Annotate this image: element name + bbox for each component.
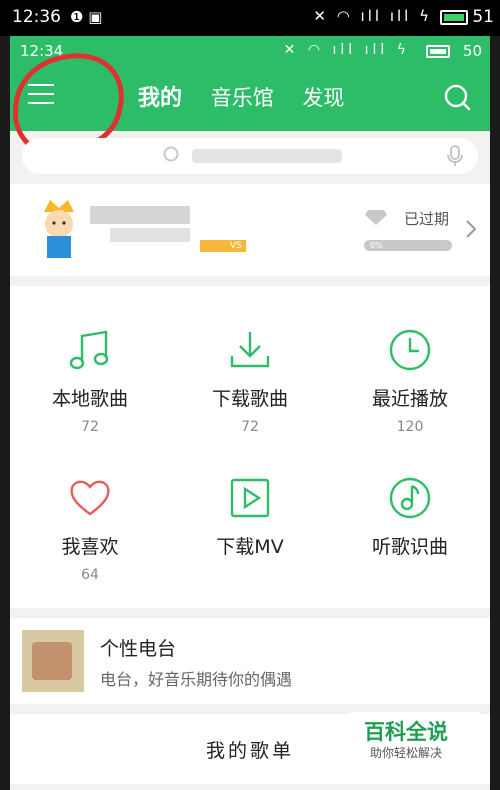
watermark-subtitle: 助你轻松解决	[370, 746, 443, 760]
profile-card[interactable]: VS 已过期 0%	[10, 184, 490, 276]
watermark-title: 百科全说	[364, 720, 448, 744]
search-field-icon	[163, 146, 179, 162]
grid-item-label: 最近播放	[371, 388, 448, 410]
menu-button[interactable]	[28, 84, 56, 108]
grid-item-recent-plays[interactable]: 最近播放 120	[330, 326, 490, 435]
heart-icon	[70, 480, 110, 516]
radio-subtitle: 电台，好音乐期待你的偶遇	[100, 670, 293, 689]
notification-icons: ❶ ▣	[70, 8, 103, 26]
grid-item-downloaded-songs[interactable]: 下载歌曲 72	[170, 326, 330, 435]
vip-progress-bar: 0%	[364, 240, 452, 251]
battery-icon	[440, 10, 468, 25]
search-placeholder-blur	[192, 149, 342, 163]
chevron-right-icon[interactable]	[464, 218, 478, 240]
battery-icon	[426, 45, 450, 58]
search-icon[interactable]	[442, 82, 472, 112]
vip-expire-status: 已过期	[404, 210, 450, 228]
grid-item-label: 本地歌曲	[51, 388, 128, 410]
outer-battery-level: 51	[472, 7, 494, 27]
vip-badge: VS	[200, 240, 246, 252]
search-bar[interactable]	[22, 138, 478, 174]
video-play-icon	[230, 478, 270, 518]
vip-diamond-icon	[365, 210, 387, 225]
grid-item-favorites[interactable]: 我喜欢 64	[10, 474, 170, 583]
download-icon	[230, 332, 270, 368]
grid-item-count: 120	[396, 419, 424, 435]
grid-item-downloaded-mv[interactable]: 下载MV	[170, 474, 330, 567]
username-blur	[90, 206, 190, 224]
tab-discover[interactable]: 发现	[302, 86, 344, 110]
grid-item-label: 下载MV	[216, 536, 284, 558]
vip-progress-text: 0%	[370, 241, 383, 250]
personal-radio[interactable]: 个性电台 电台，好音乐期待你的偶遇	[10, 618, 490, 704]
feature-grid: 本地歌曲 72 下载歌曲 72 最近播放 120 我喜欢 64 下载MV 听歌识…	[10, 286, 490, 608]
clock-icon	[389, 329, 431, 371]
grid-item-count: 64	[81, 567, 99, 583]
status-time: 12:34	[20, 42, 64, 60]
microphone-icon[interactable]	[446, 144, 464, 168]
outer-status-time: 12:36	[12, 7, 61, 27]
username-blur-secondary	[110, 228, 190, 242]
grid-item-count: 72	[81, 419, 99, 435]
app-header: 12:34 ✕ ◠ ıll ıll ϟ 50 我的 音乐馆 发现	[10, 36, 490, 131]
grid-item-label: 我喜欢	[61, 536, 119, 558]
status-icons: ✕ ◠ ıll ıll ϟ	[283, 42, 410, 58]
grid-item-label: 下载歌曲	[211, 388, 288, 410]
grid-item-local-songs[interactable]: 本地歌曲 72	[10, 326, 170, 435]
grid-item-count: 72	[241, 419, 259, 435]
grid-item-label: 听歌识曲	[371, 536, 448, 558]
radio-cover-image	[22, 630, 84, 692]
menu-icon	[28, 84, 54, 86]
app-screen: 12:34 ✕ ◠ ıll ıll ϟ 50 我的 音乐馆 发现 VS 已过期 …	[10, 36, 490, 790]
watermark-logo: 百科全说 助你轻松解决	[350, 712, 480, 768]
grid-item-song-recognition[interactable]: 听歌识曲	[330, 474, 490, 567]
battery-level: 50	[462, 42, 482, 60]
outer-status-bar: 12:36 ❶ ▣ ✕ ◠ ıll ıll ϟ 51	[0, 0, 500, 36]
music-note-icon	[69, 330, 109, 370]
tab-mine[interactable]: 我的	[138, 86, 182, 111]
avatar[interactable]	[32, 196, 86, 260]
tab-music-hall[interactable]: 音乐馆	[211, 86, 274, 110]
status-bar: 12:34 ✕ ◠ ıll ıll ϟ 50	[10, 36, 490, 66]
music-recognize-icon	[389, 477, 431, 519]
signal-icons: ✕ ◠ ıll ıll ϟ	[313, 7, 432, 25]
radio-title: 个性电台	[100, 638, 177, 660]
header-tabs: 我的 音乐馆 发现	[138, 80, 366, 112]
